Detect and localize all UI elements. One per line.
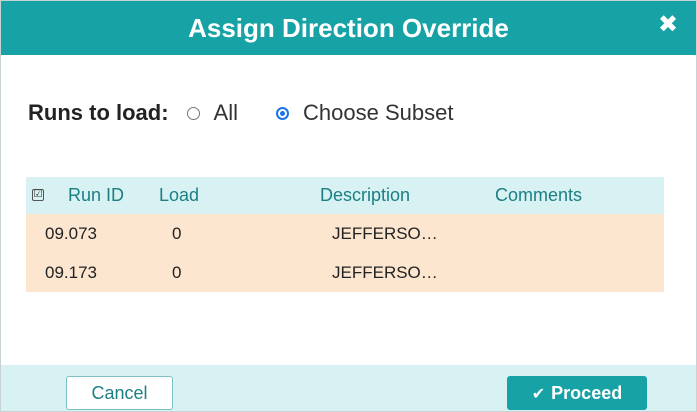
cell-description: JEFFERSO… [332, 224, 438, 243]
cell-load: 0 [172, 224, 182, 243]
checkmark-icon: ✔ [531, 386, 546, 403]
dialog-title: Assign Direction Override [188, 13, 509, 43]
column-header-load[interactable]: Load [159, 185, 199, 205]
column-header-run-id[interactable]: Run ID [68, 185, 124, 205]
radio-choose-subset[interactable] [276, 106, 289, 120]
radio-option-choose-subset[interactable]: Choose Subset [276, 100, 453, 126]
table-header: ☑ Run ID Load Description Comments [26, 177, 664, 214]
column-header-comments[interactable]: Comments [495, 185, 582, 205]
assign-direction-override-dialog: Assign Direction Override ✖ Runs to load… [0, 0, 697, 412]
select-all-checkbox[interactable]: ☑ [32, 189, 44, 201]
dialog-title-bar: Assign Direction Override ✖ [1, 1, 696, 55]
radio-all-label: All [213, 100, 238, 125]
radio-option-all[interactable]: All [186, 100, 238, 126]
proceed-button[interactable]: ✔ Proceed [507, 376, 647, 410]
cell-run-id: 09.173 [45, 263, 97, 282]
cancel-button[interactable]: Cancel [66, 376, 173, 410]
radio-choose-subset-label: Choose Subset [303, 100, 454, 125]
cell-load: 0 [172, 263, 182, 282]
cell-run-id: 09.073 [45, 224, 97, 243]
runs-table: ☑ Run ID Load Description Comments 09.07… [26, 177, 664, 364]
table-row[interactable]: 09.073 0 JEFFERSO… [26, 214, 664, 253]
radio-all[interactable] [186, 106, 200, 120]
runs-to-load-row: Runs to load: All Choose Subset [28, 98, 491, 128]
cell-description: JEFFERSO… [332, 263, 438, 282]
column-header-description[interactable]: Description [320, 185, 410, 205]
dialog-footer: Cancel ✔ Proceed [1, 365, 696, 411]
table-row[interactable]: 09.173 0 JEFFERSO… [26, 253, 664, 292]
proceed-button-label: Proceed [551, 383, 623, 403]
runs-to-load-label: Runs to load: [28, 100, 169, 125]
close-icon[interactable]: ✖ [656, 13, 680, 37]
